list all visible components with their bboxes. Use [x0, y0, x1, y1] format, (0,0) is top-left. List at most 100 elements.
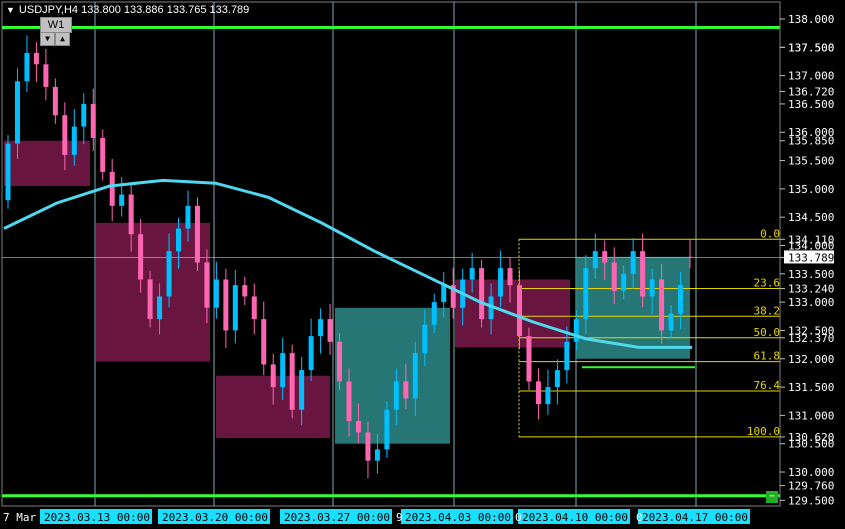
candle-body	[52, 86, 58, 116]
candle-body	[138, 234, 144, 280]
candle-body	[564, 341, 570, 371]
zone-rect	[335, 307, 450, 444]
price-label: 135.000	[788, 183, 834, 196]
candle-body	[327, 319, 333, 342]
price-chart[interactable]: 0.0 23.6 38.2 50.0 61.8 76.4 100.0 138.000 137.5…	[0, 0, 845, 529]
candle-body	[71, 126, 77, 155]
date-label: 2023.03.20 00:00	[162, 511, 268, 524]
symbol-title: ▼ USDJPY,H4 133.800 133.886 133.765 133.7…	[6, 4, 249, 16]
candle-body	[592, 251, 598, 269]
candle-body	[24, 52, 30, 82]
price-label: 130.000	[788, 466, 834, 479]
fibo-label-23.6: 23.6	[754, 277, 781, 290]
candle-body	[62, 115, 68, 155]
fibo-label-76.4: 76.4	[754, 379, 781, 392]
candle-body	[507, 268, 513, 286]
triangle-down-icon[interactable]: ▼	[40, 32, 55, 46]
zone-rect	[4, 140, 90, 187]
price-label: 137.000	[788, 70, 834, 83]
candle-body	[109, 171, 115, 206]
price-label: 132.000	[788, 353, 834, 366]
candle-body	[517, 285, 522, 337]
candle-body	[498, 268, 504, 297]
candle-body	[308, 336, 314, 371]
candle-body	[185, 205, 191, 229]
candle-body	[526, 336, 532, 382]
candle-body	[128, 194, 134, 235]
triangle-down-icon[interactable]: ▼	[6, 5, 15, 15]
candle-body	[289, 353, 295, 410]
price-label: 130.500	[788, 438, 834, 451]
fibo-label-38.2: 38.2	[754, 304, 781, 317]
candle-body	[119, 194, 125, 206]
price-label: 129.500	[788, 494, 834, 507]
candle-body	[100, 137, 106, 172]
timeframe-badge[interactable]: W1	[40, 17, 72, 33]
candle-body	[668, 313, 674, 331]
candle-body	[337, 341, 343, 382]
symbol-ohlc-text: USDJPY,H4 133.800 133.886 133.765 133.78…	[18, 4, 250, 16]
date-label: 2023.03.13 00:00	[44, 511, 150, 524]
zone-rect	[96, 222, 210, 362]
candle-body	[659, 279, 665, 331]
date-label: 2023.04.17 00:00	[642, 511, 748, 524]
price-label: 129.760	[788, 480, 834, 493]
candle-body	[147, 279, 153, 320]
candle-body	[242, 285, 248, 297]
candle-body	[554, 370, 560, 388]
candle-body	[630, 251, 636, 274]
candle-body	[640, 251, 646, 297]
candle-body	[355, 421, 361, 433]
candle-body	[535, 381, 541, 405]
triangle-up-icon[interactable]: ▲	[55, 32, 70, 46]
candle-body	[412, 353, 418, 399]
candle-body	[374, 449, 380, 461]
candle-body	[621, 273, 627, 291]
candle-body	[573, 319, 579, 342]
minimize-button[interactable]: −	[766, 491, 778, 503]
fibo-label-100.0: 100.0	[747, 425, 780, 438]
price-label: 133.500	[788, 268, 834, 281]
candle-body	[90, 103, 96, 138]
price-label: 133.789	[788, 251, 834, 264]
candle-body	[318, 319, 324, 337]
candle-body	[270, 364, 276, 388]
date-fragment: 0	[636, 511, 643, 524]
price-label: 135.500	[788, 155, 834, 168]
date-fragment: 9	[396, 511, 403, 524]
candle-body	[5, 143, 11, 201]
price-label: 137.500	[788, 41, 834, 54]
candle-body	[157, 296, 163, 320]
date-label: 2023.04.03 00:00	[405, 511, 511, 524]
candle-body	[649, 279, 655, 297]
date-label: 2023.03.27 00:00	[284, 511, 390, 524]
candle-body	[81, 103, 87, 127]
candle-body	[469, 268, 475, 280]
candle-body	[403, 381, 409, 399]
candle-body	[611, 262, 617, 291]
fibo-label-50.0: 50.0	[754, 326, 781, 339]
price-label: 136.720	[788, 85, 834, 98]
candle-body	[479, 268, 485, 320]
candle-body	[261, 319, 267, 365]
price-label: 133.240	[788, 283, 834, 296]
candle-body	[678, 285, 684, 314]
price-label: 132.370	[788, 332, 834, 345]
candle-body	[204, 262, 210, 308]
candle-body	[422, 324, 428, 354]
candle-body	[223, 279, 229, 331]
price-label: 131.000	[788, 409, 834, 422]
candle-body	[346, 381, 352, 422]
fibo-label-0.0: 0.0	[760, 227, 780, 240]
candle-body	[545, 387, 551, 405]
candle-body	[687, 256, 693, 258]
candle-body	[176, 228, 181, 252]
candle-body	[583, 268, 589, 320]
candle-body	[384, 409, 390, 450]
candle-body	[43, 64, 49, 87]
candle-body	[365, 432, 371, 461]
candle-body	[213, 279, 219, 308]
candle-body	[166, 251, 172, 297]
candle-body	[280, 353, 286, 388]
candle-body	[441, 285, 447, 303]
